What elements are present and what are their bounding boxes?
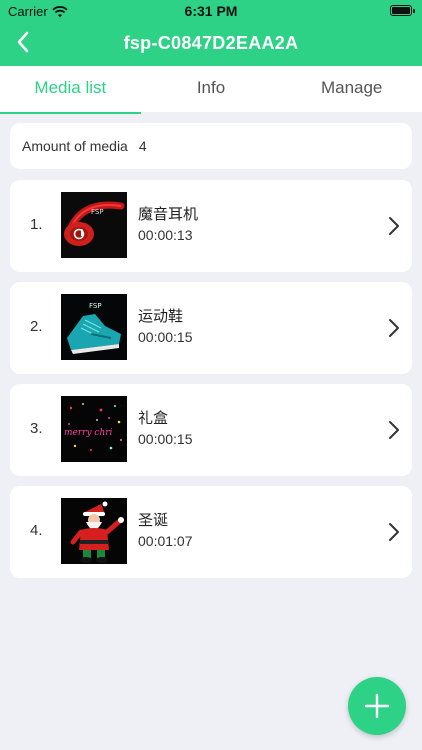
battery-icon (390, 5, 415, 16)
media-duration: 00:01:07 (138, 533, 193, 549)
media-list-item[interactable]: 3. merry chri 礼盒 00:00:15 (10, 384, 412, 476)
media-duration: 00:00:15 (138, 329, 193, 345)
media-index: 1. (30, 216, 43, 233)
media-duration: 00:00:15 (138, 431, 193, 447)
media-duration: 00:00:13 (138, 227, 193, 243)
headphones-thumbnail: FSP (61, 192, 127, 258)
media-title: 魔音耳机 (138, 205, 199, 223)
page-title: fsp-C0847D2EAA2A (123, 33, 299, 53)
merry-christmas-thumbnail: merry chri (61, 396, 127, 462)
media-count-card: Amount of media 4 (10, 123, 412, 169)
thumb-label: FSP (91, 208, 104, 216)
media-list-item[interactable]: 2. FSP 运动鞋 00:00:15 (10, 282, 412, 374)
chevron-right-icon (389, 319, 399, 337)
tab-bar: Media list Info Manage (0, 66, 422, 114)
tab-info[interactable]: Info (141, 66, 282, 112)
status-bar: Carrier 6:31 PM (0, 0, 422, 22)
media-index: 2. (30, 318, 43, 335)
thumb-label: FSP (89, 302, 102, 310)
tab-media-list[interactable]: Media list (0, 66, 141, 114)
status-time: 6:31 PM (184, 3, 238, 19)
media-title: 运动鞋 (138, 307, 184, 325)
chevron-right-icon (389, 217, 399, 235)
media-title: 礼盒 (138, 409, 169, 427)
chevron-right-icon (389, 523, 399, 541)
media-index: 4. (30, 522, 43, 539)
chevron-right-icon (389, 421, 399, 439)
media-list-item[interactable]: 4. 圣诞 00:01:07 (10, 486, 412, 578)
media-index: 3. (30, 420, 43, 437)
media-count-label: Amount of media (22, 138, 128, 154)
media-list-item[interactable]: 1. FSP 魔音耳机 00:00:13 (10, 180, 412, 272)
media-count-value: 4 (138, 138, 147, 154)
santa-thumbnail (61, 498, 127, 564)
thumb-label: merry chri (64, 428, 113, 438)
nav-bar: fsp-C0847D2EAA2A (0, 22, 422, 66)
add-media-button[interactable] (348, 677, 406, 735)
plus-icon (364, 693, 390, 719)
media-title: 圣诞 (138, 511, 169, 529)
tab-manage[interactable]: Manage (281, 66, 422, 112)
sneaker-thumbnail: FSP (61, 294, 127, 360)
